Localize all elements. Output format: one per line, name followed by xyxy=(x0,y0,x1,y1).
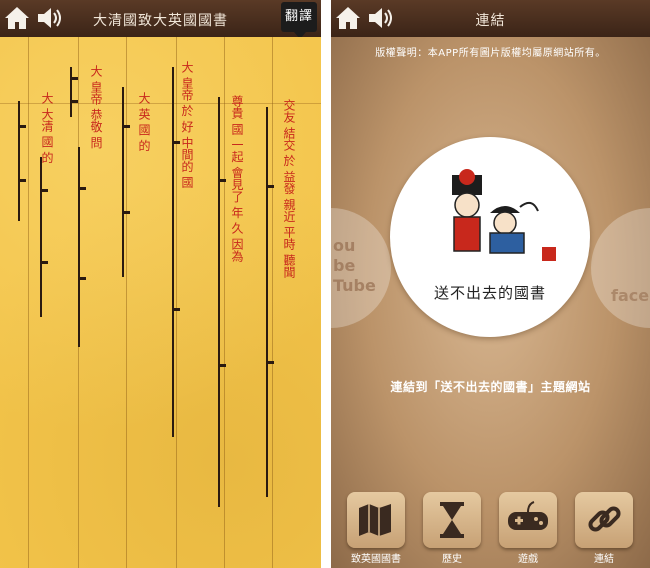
manchu-script xyxy=(70,67,82,117)
translation-column: 大 皇帝 於 好 中間的 國 xyxy=(180,61,194,189)
nav-label: 連結 xyxy=(594,554,614,565)
copyright-notice: 版權聲明：本APP所有圖片版權均屬原網站所有。 xyxy=(375,48,606,59)
top-bar: 大清國致大英國國書 翻譯 xyxy=(0,0,321,39)
right-screen: 連結 版權聲明：本APP所有圖片版權均屬原網站所有。 ou be Tube fa… xyxy=(331,0,650,568)
manchu-script xyxy=(18,101,30,221)
nav-tile xyxy=(347,492,405,548)
nav-history-button[interactable]: 歷史 xyxy=(421,492,483,568)
manchu-script xyxy=(78,147,90,347)
nav-tile xyxy=(575,492,633,548)
nav-label: 歷史 xyxy=(442,554,462,565)
facebook-label: face xyxy=(611,286,650,305)
translation-column: 大 英 國 的 xyxy=(137,92,151,152)
translation-column: 大 大清 國 的 xyxy=(40,92,54,164)
nav-link-button[interactable]: 連結 xyxy=(573,492,635,568)
nav-label: 致英國國書 xyxy=(351,554,401,565)
translation-column: 大 皇帝 恭敬 問 xyxy=(89,65,103,149)
manchu-script xyxy=(40,157,52,317)
youtube-label: ou be Tube xyxy=(333,236,376,295)
nav-tile xyxy=(499,492,557,548)
left-screen: 大清國致大英國國書 翻譯 交友 結交 於 益發 親近 平時 聽聞 尊貴 國 一起… xyxy=(0,0,321,568)
map-icon xyxy=(359,504,391,536)
gamepad-icon xyxy=(508,501,548,530)
manchu-script xyxy=(266,107,278,497)
bottom-nav: 致英國國書 歷史 遊戲 連結 xyxy=(331,492,650,568)
letter-document: 交友 結交 於 益發 親近 平時 聽聞 尊貴 國 一起 會見了 年 久 因為 大… xyxy=(0,37,321,568)
nav-tile xyxy=(423,492,481,548)
link-description: 連結到「送不出去的國書」主題網站 xyxy=(390,380,591,394)
logo-illustration xyxy=(452,169,556,261)
hourglass-icon xyxy=(440,502,464,538)
nav-game-button[interactable]: 遊戲 xyxy=(497,492,559,568)
translation-column: 尊貴 國 一起 會見了 年 久 因為 xyxy=(230,95,244,262)
chain-link-icon xyxy=(588,506,621,532)
translate-button[interactable]: 翻譯 xyxy=(281,2,317,39)
manchu-script xyxy=(218,97,230,507)
translation-column: 交友 結交 於 益發 親近 平時 聽聞 xyxy=(282,99,296,278)
site-logo-button[interactable]: 送不出去的國書 xyxy=(390,137,590,337)
manchu-script xyxy=(122,87,134,277)
nav-label: 遊戲 xyxy=(518,554,538,565)
page-title: 連結 xyxy=(475,13,506,29)
page-title: 大清國致大英國國書 xyxy=(93,13,228,29)
top-bar: 連結 xyxy=(331,0,650,37)
logo-caption: 送不出去的國書 xyxy=(433,284,546,302)
nav-letter-button[interactable]: 致英國國書 xyxy=(345,492,407,568)
